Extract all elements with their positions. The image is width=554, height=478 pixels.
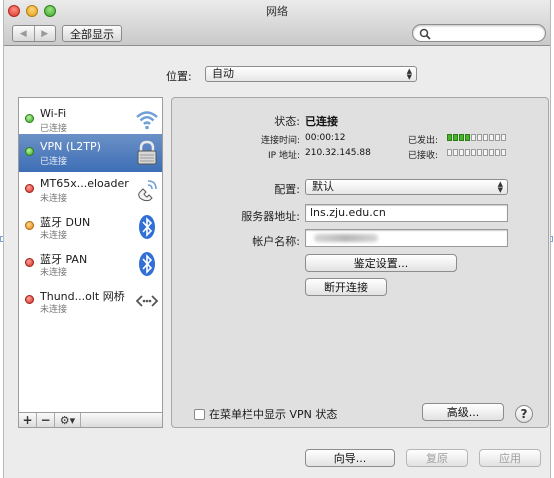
back-forward-buttons: ◀ ▶: [12, 25, 56, 42]
received-meter: [447, 149, 506, 156]
meter-segment: [447, 149, 452, 156]
server-address-field[interactable]: lns.zju.edu.cn: [305, 204, 508, 222]
connect-time-value: 00:00:12: [305, 133, 346, 143]
disconnect-button[interactable]: 断开连接: [305, 278, 387, 296]
status-dot: [25, 221, 34, 230]
service-list: Wi-Fi 已连接 VPN (L2TP) 已连接 MT65x...eloader…: [18, 97, 163, 428]
bridge-icon: [135, 295, 159, 307]
meter-segment: [501, 149, 506, 156]
meter-segment: [489, 134, 494, 141]
service-status: 未连接: [40, 268, 68, 278]
sent-meter: [447, 134, 506, 141]
meter-segment: [465, 149, 470, 156]
location-label: 位置:: [166, 70, 192, 83]
service-name: Wi-Fi: [40, 107, 67, 120]
meter-segment: [489, 149, 494, 156]
service-status: 未连接: [40, 305, 68, 315]
add-service-button[interactable]: +: [19, 413, 37, 427]
back-arrow-icon[interactable]: ◀: [13, 26, 34, 41]
advanced-button[interactable]: 高级...: [422, 403, 504, 421]
phone-icon: [138, 180, 157, 202]
show-vpn-in-menubar-checkbox[interactable]: 在菜单栏中显示 VPN 状态: [194, 406, 337, 422]
title-bar: 网络 ◀ ▶ 全部显示: [4, 0, 550, 46]
meter-segment: [483, 134, 488, 141]
service-vpn[interactable]: VPN (L2TP) 已连接: [19, 134, 162, 172]
show-all-button[interactable]: 全部显示: [62, 25, 122, 42]
meter-segment: [465, 134, 470, 141]
bluetooth-icon: [139, 252, 155, 276]
ip-address-label: IP 地址:: [268, 151, 300, 161]
search-input[interactable]: [412, 24, 546, 42]
meter-segment: [453, 134, 458, 141]
meter-segment: [483, 149, 488, 156]
remove-service-button[interactable]: −: [37, 413, 55, 427]
server-address-label: 服务器地址:: [241, 210, 300, 223]
ip-address-value: 210.32.145.88: [305, 148, 371, 158]
status-dot: [25, 258, 34, 267]
service-status: 已连接: [40, 124, 68, 134]
wifi-icon: [136, 111, 158, 130]
config-value: 默认: [312, 180, 334, 193]
account-name-label: 帐户名称:: [252, 235, 300, 248]
assistant-button[interactable]: 向导...: [305, 449, 395, 467]
connect-time-label: 连接时间:: [260, 136, 300, 146]
service-name: VPN (L2TP): [40, 140, 101, 153]
status-dot: [25, 114, 34, 123]
service-list-toolbar: + − ⚙▾: [18, 412, 163, 428]
config-label: 配置:: [274, 183, 300, 196]
config-popup[interactable]: 默认 ▲ ▼: [305, 179, 508, 195]
redacted-account-name: [314, 234, 378, 242]
location-popup[interactable]: 自动 ▲ ▼: [205, 66, 417, 82]
service-bluetooth-pan[interactable]: 蓝牙 PAN 未连接: [19, 245, 162, 283]
meter-segment: [477, 149, 482, 156]
revert-button[interactable]: 复原: [406, 449, 468, 467]
meter-segment: [471, 149, 476, 156]
status-dot: [25, 184, 34, 193]
meter-segment: [459, 134, 464, 141]
gear-menu-button[interactable]: ⚙▾: [55, 413, 81, 427]
help-icon[interactable]: ?: [515, 405, 533, 423]
apply-button[interactable]: 应用: [479, 449, 541, 467]
status-dot: [25, 147, 34, 156]
meter-segment: [459, 149, 464, 156]
meter-segment: [495, 134, 500, 141]
service-status: 未连接: [40, 231, 68, 241]
location-value: 自动: [212, 67, 234, 80]
forward-arrow-icon[interactable]: ▶: [33, 26, 56, 41]
service-name: MT65x...eloader: [40, 177, 129, 190]
meter-segment: [471, 134, 476, 141]
show-vpn-label: 在菜单栏中显示 VPN 状态: [209, 408, 338, 421]
window-title: 网络: [266, 5, 288, 18]
lock-icon: [137, 140, 157, 165]
service-status: 未连接: [40, 194, 68, 204]
account-name-field[interactable]: [305, 229, 508, 247]
checkbox-box[interactable]: [194, 408, 205, 420]
meter-segment: [447, 134, 452, 141]
sent-label: 已发出:: [407, 136, 438, 146]
service-mt65x[interactable]: MT65x...eloader 未连接: [19, 171, 162, 209]
meter-segment: [477, 134, 482, 141]
meter-segment: [453, 149, 458, 156]
service-bluetooth-dun[interactable]: 蓝牙 DUN 未连接: [19, 208, 162, 246]
service-status: 已连接: [40, 157, 68, 167]
service-thunderbolt-bridge[interactable]: Thund...olt 网桥 未连接: [19, 282, 162, 320]
popup-arrows-icon: ▲ ▼: [406, 67, 412, 81]
bluetooth-icon: [139, 215, 155, 239]
search-icon: [419, 28, 431, 40]
status-value: 已连接: [305, 115, 338, 128]
meter-segment: [495, 149, 500, 156]
status-label: 状态:: [274, 115, 300, 128]
meter-segment: [501, 134, 506, 141]
popup-arrows-icon: ▲ ▼: [497, 180, 503, 194]
authentication-settings-button[interactable]: 鉴定设置...: [305, 254, 457, 272]
status-dot: [25, 295, 34, 304]
received-label: 已接收:: [407, 151, 438, 161]
network-preferences-window: 网络 ◀ ▶ 全部显示 位置: 自动 ▲ ▼ Wi-Fi 已连接 VPN (L2…: [3, 0, 551, 478]
